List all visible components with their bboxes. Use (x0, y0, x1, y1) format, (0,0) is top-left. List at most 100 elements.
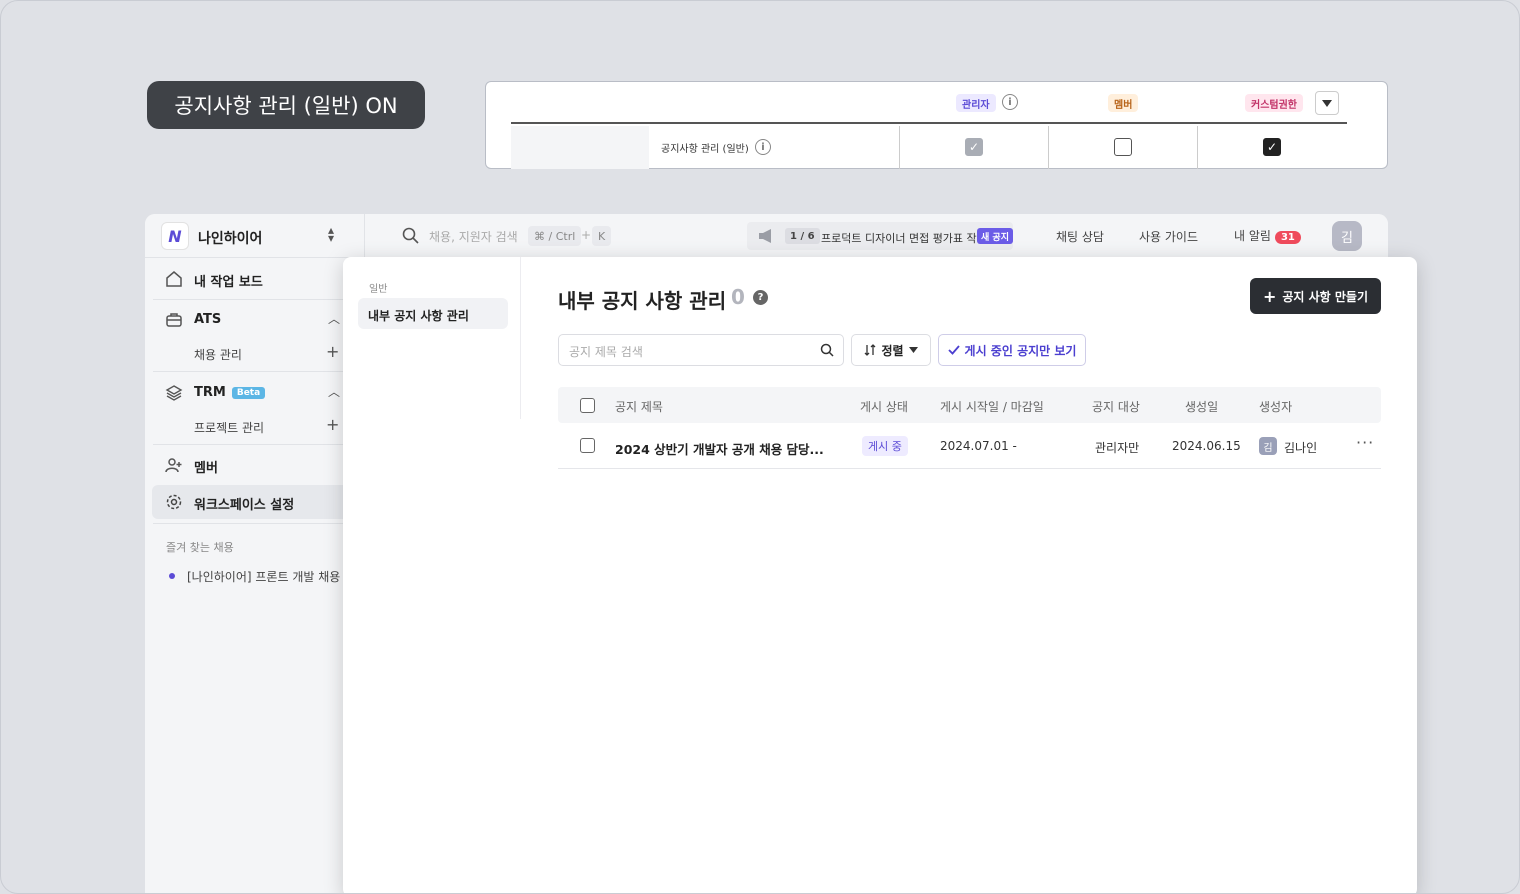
favorite-item[interactable]: [나인하이어] 프론트 개발 채용 (187, 568, 340, 585)
chevron-up-icon[interactable]: ︿ (328, 310, 340, 327)
sidebar-subitem-projects[interactable]: 프로젝트 관리 (194, 419, 264, 436)
shortcut-key: K (592, 226, 612, 246)
chat-support-link[interactable]: 채팅 상담 (1056, 228, 1104, 245)
sidebar-item-workspace-settings[interactable]: 워크스페이스 설정 (145, 484, 365, 520)
role-chip-admin: 관리자 (956, 94, 996, 112)
info-icon[interactable]: i (1002, 94, 1018, 110)
role-chip-member: 멤버 (1108, 94, 1139, 112)
sort-icon (864, 344, 876, 356)
alerts-label: 내 알림 (1234, 229, 1271, 243)
usage-guide-link[interactable]: 사용 가이드 (1139, 228, 1198, 245)
plus-icon[interactable]: + (326, 342, 339, 361)
favorites-title: 즐겨 찾는 채용 (166, 541, 234, 554)
sort-label: 정렬 (881, 343, 904, 358)
permission-cell-member (1048, 126, 1197, 169)
permission-cell-custom: ✓ (1197, 126, 1387, 169)
sort-button[interactable]: 정렬 (851, 334, 931, 366)
shortcut-plus: + (581, 228, 592, 242)
workspace-logo-icon: N (161, 222, 189, 250)
notice-target: 관리자만 (1095, 441, 1140, 455)
briefcase-icon (166, 313, 182, 327)
new-notice-badge: 새 공지 (977, 228, 1013, 244)
sidebar-subitem-recruiting[interactable]: 채용 관리 (194, 346, 242, 363)
search-icon[interactable] (402, 227, 419, 244)
plus-icon: + (1262, 286, 1277, 306)
trm-label: TRM (194, 385, 226, 400)
column-header-target[interactable]: 공지 대상 (1092, 398, 1140, 415)
home-icon (166, 271, 182, 287)
column-header-created[interactable]: 생성일 (1185, 398, 1218, 415)
admin-checkbox[interactable]: ✓ (965, 138, 983, 156)
column-header-title[interactable]: 공지 제목 (615, 398, 663, 415)
notice-created-date: 2024.06.15 (1172, 439, 1241, 453)
role-dropdown-button[interactable] (1315, 91, 1339, 115)
select-all-checkbox[interactable] (580, 398, 595, 413)
info-icon[interactable]: i (755, 139, 771, 155)
workspace-switcher[interactable]: N 나인하이어 ▴ ▾ (145, 214, 365, 258)
divider (153, 371, 357, 372)
sidebar-item-label: 워크스페이스 설정 (194, 498, 295, 513)
sidebar-item-label: 멤버 (194, 461, 218, 476)
global-search-input[interactable]: 채용, 지원자 검색 (429, 228, 518, 245)
notice-count: 0 (731, 285, 745, 309)
active-only-filter-button[interactable]: 게시 중인 공지만 보기 (938, 334, 1086, 366)
sidebar-item-label: TRM Beta (194, 385, 266, 400)
notice-search-input[interactable]: 공지 제목 검색 (558, 334, 844, 366)
megaphone-icon (759, 229, 771, 243)
divider (153, 444, 357, 445)
caret-down-icon (908, 347, 918, 353)
permission-card: 관리자 i 멤버 커스텀권한 공지사항 관리 (일반) i ✓ ✓ (485, 81, 1388, 169)
notice-ticker[interactable]: 1 / 6 프로덕트 디자이너 면접 평가표 작... 새 공지 (747, 222, 1013, 250)
custom-checkbox[interactable]: ✓ (1263, 138, 1281, 156)
workspace-name: 나인하이어 (198, 231, 263, 247)
sidebar-item-ats[interactable]: ATS ︿ (145, 302, 365, 338)
divider (153, 299, 357, 300)
sort-arrows-icon: ▴ ▾ (328, 223, 335, 245)
sidebar: N 나인하이어 ▴ ▾ 내 작업 보드 ATS ︿ 채용 관리 + TRM Beta… (145, 214, 365, 893)
permission-row-gutter (511, 126, 649, 169)
filter-label: 게시 중인 공지만 보기 (964, 343, 1077, 358)
sidebar-item-label: ATS (194, 312, 222, 327)
permission-row: 공지사항 관리 (일반) i ✓ ✓ (511, 126, 1387, 169)
page-title: 내부 공지 사항 관리 (558, 289, 727, 313)
notice-title[interactable]: 2024 상반기 개발자 공개 채용 담당... (615, 439, 824, 458)
permission-row-label: 공지사항 관리 (일반) (661, 144, 749, 155)
status-badge: 게시 중 (862, 436, 908, 456)
plus-icon[interactable]: + (326, 415, 339, 434)
divider (153, 523, 357, 524)
search-placeholder: 공지 제목 검색 (569, 345, 643, 359)
create-notice-label: 공지 사항 만들기 (1282, 289, 1369, 304)
column-header-period[interactable]: 게시 시작일 / 마감일 (940, 398, 1044, 415)
column-header-creator[interactable]: 생성자 (1259, 398, 1292, 415)
member-checkbox[interactable] (1114, 138, 1132, 156)
sidebar-item-trm[interactable]: TRM Beta ︿ (145, 375, 365, 411)
chevron-up-icon[interactable]: ︿ (328, 383, 340, 400)
creator-avatar: 김 (1259, 437, 1277, 455)
settings-subnav: 일반 내부 공지 사항 관리 (343, 257, 521, 419)
sidebar-item-members[interactable]: 멤버 (145, 447, 365, 483)
column-header-status[interactable]: 게시 상태 (860, 398, 908, 415)
gear-icon (166, 494, 182, 510)
check-icon (947, 345, 960, 355)
help-icon[interactable]: ? (753, 290, 768, 305)
alert-count-badge: 31 (1274, 231, 1301, 244)
sidebar-item-work-board[interactable]: 내 작업 보드 (145, 261, 365, 297)
row-checkbox[interactable] (580, 438, 595, 453)
subnav-item-internal-notice[interactable]: 내부 공지 사항 관리 (358, 298, 508, 329)
permission-toggle-pill: 공지사항 관리 (일반) ON (147, 81, 425, 129)
creator-name: 김나인 (1284, 441, 1318, 455)
avatar[interactable]: 김 (1332, 221, 1362, 251)
table-row[interactable]: 2024 상반기 개발자 공개 채용 담당... 게시 중 2024.07.01… (558, 423, 1381, 469)
search-icon (820, 343, 834, 357)
more-options-icon[interactable]: ··· (1356, 433, 1374, 452)
notice-period: 2024.07.01 - (940, 439, 1017, 453)
notice-text: 프로덕트 디자이너 면접 평가표 작... (821, 232, 988, 245)
topbar: 채용, 지원자 검색 ⌘ / Ctrl + K 1 / 6 프로덕트 디자이너 … (365, 214, 1388, 258)
sidebar-item-label: 내 작업 보드 (194, 275, 263, 290)
beta-badge: Beta (231, 387, 266, 399)
user-plus-icon (165, 458, 182, 473)
create-notice-button[interactable]: + 공지 사항 만들기 (1250, 278, 1381, 314)
favorite-dot (169, 573, 175, 579)
screen-frame: 공지사항 관리 (일반) ON 관리자 i 멤버 커스텀권한 공지사항 관리 (… (0, 0, 1520, 894)
my-alerts-link[interactable]: 내 알림 31 (1234, 227, 1301, 244)
